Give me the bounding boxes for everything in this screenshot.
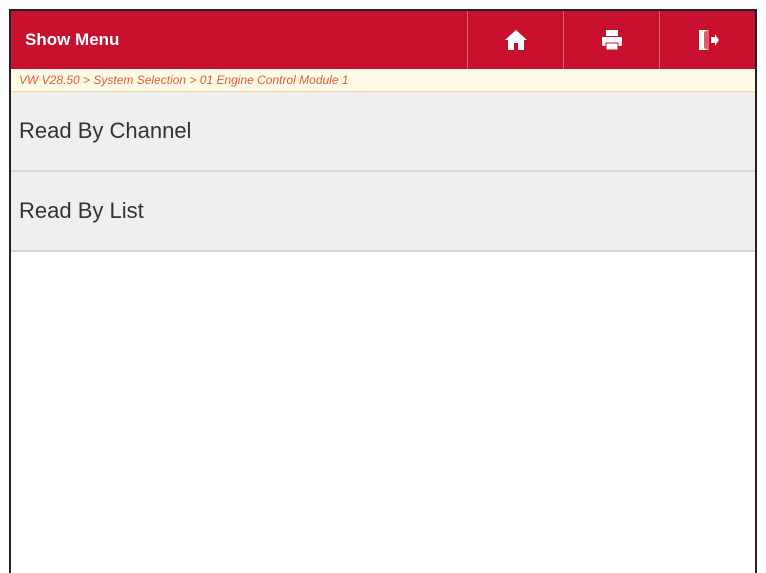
toolbar	[467, 11, 755, 69]
print-button[interactable]	[563, 11, 659, 69]
app-screen: Show Menu VW V28.50 > System Selection >…	[9, 9, 757, 573]
menu-item-label: Read By Channel	[19, 118, 192, 143]
exit-icon	[696, 28, 720, 52]
breadcrumb: VW V28.50 > System Selection > 01 Engine…	[11, 69, 755, 92]
print-icon	[600, 28, 624, 52]
menu-list: Read By Channel Read By List	[11, 92, 755, 252]
home-button[interactable]	[467, 11, 563, 69]
header-bar: Show Menu	[11, 11, 755, 69]
menu-item-read-by-channel[interactable]: Read By Channel	[11, 92, 755, 172]
menu-item-label: Read By List	[19, 198, 144, 223]
exit-button[interactable]	[659, 11, 755, 69]
menu-item-read-by-list[interactable]: Read By List	[11, 172, 755, 252]
page-title: Show Menu	[25, 30, 120, 49]
home-icon	[504, 29, 528, 51]
